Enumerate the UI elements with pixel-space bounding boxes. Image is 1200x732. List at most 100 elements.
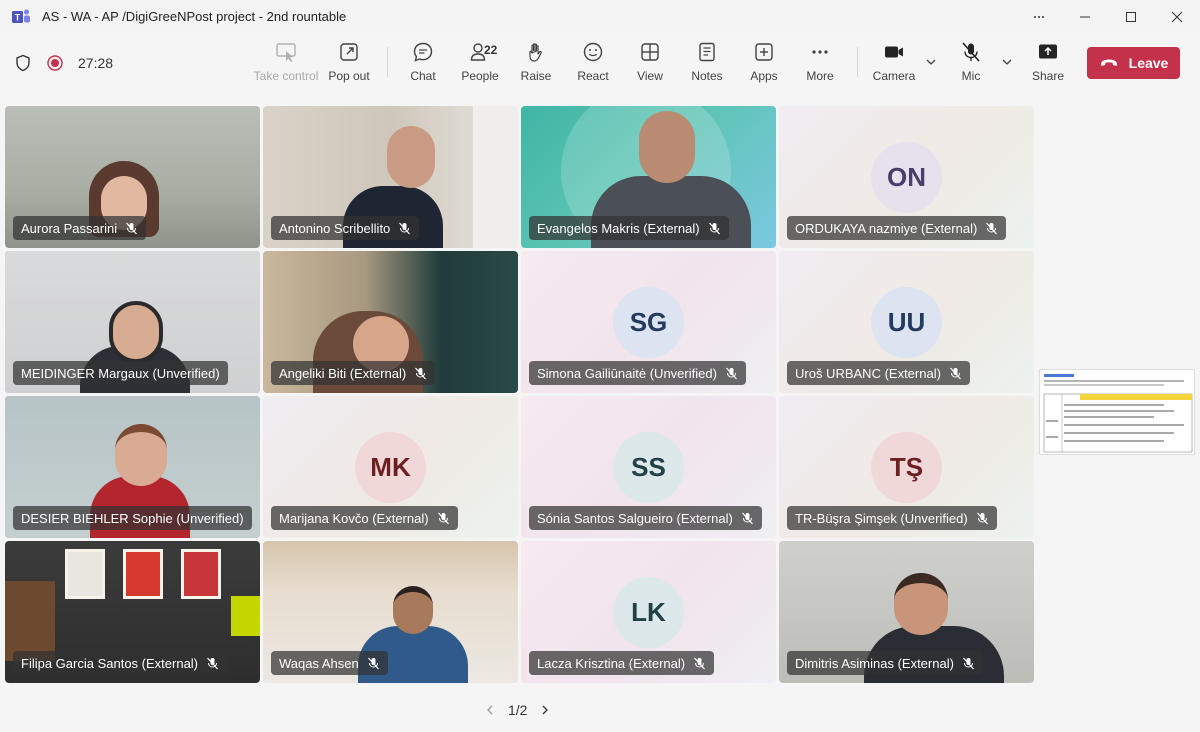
participant-tile[interactable]: UU Uroš URBANC (External) bbox=[779, 251, 1034, 393]
poster-frame bbox=[65, 549, 105, 599]
participant-tile[interactable]: Dimitris Asiminas (External) bbox=[779, 541, 1034, 683]
participant-tile[interactable]: TŞ TR-Büşra Şimşek (Unverified) bbox=[779, 396, 1034, 538]
participant-name: Antonino Scribellito bbox=[279, 220, 391, 236]
participant-tile[interactable]: Antonino Scribellito bbox=[263, 106, 518, 248]
shared-content-thumbnail[interactable] bbox=[1039, 369, 1195, 455]
mic-label: Mic bbox=[961, 69, 981, 83]
close-icon bbox=[1171, 11, 1183, 22]
ellipsis-icon bbox=[1034, 15, 1044, 18]
mic-muted-icon bbox=[437, 512, 449, 524]
mic-muted-icon bbox=[708, 222, 720, 234]
mic-button[interactable]: Mic bbox=[941, 41, 1001, 87]
participant-tile[interactable]: Filipa Garcia Santos (External) bbox=[5, 541, 260, 683]
grid-view-icon bbox=[641, 43, 659, 61]
apps-label: Apps bbox=[750, 69, 778, 83]
participant-name: TR-Büşra Şimşek (Unverified) bbox=[795, 510, 968, 526]
participant-tile[interactable]: MK Marijana Kovčo (External) bbox=[263, 396, 518, 538]
react-label: React bbox=[577, 69, 609, 83]
participant-name: Lacza Krisztina (External) bbox=[537, 655, 686, 671]
participant-name-tag: Simona Gailiūnaitė (Unverified) bbox=[529, 361, 746, 385]
page-indicator: 1/2 bbox=[508, 702, 528, 718]
participant-tile[interactable]: Angeliki Biti (External) bbox=[263, 251, 518, 393]
more-button[interactable]: More bbox=[790, 41, 850, 87]
participant-tile[interactable]: ON ORDUKAYA nazmiye (External) bbox=[779, 106, 1034, 248]
chevron-left-icon[interactable] bbox=[484, 704, 496, 716]
take-control-button[interactable]: Take control bbox=[254, 41, 318, 87]
pop-out-button[interactable]: Pop out bbox=[319, 41, 379, 87]
mic-muted-icon bbox=[725, 367, 737, 379]
chat-button[interactable]: Chat bbox=[393, 41, 453, 87]
more-options-button[interactable] bbox=[1016, 0, 1062, 33]
window-background bbox=[473, 106, 518, 248]
camera-label: Camera bbox=[872, 69, 916, 83]
chevron-right-icon[interactable] bbox=[539, 704, 551, 716]
camera-options-chevron-icon[interactable] bbox=[924, 55, 938, 69]
poster-frame bbox=[123, 549, 163, 599]
avatar: SS bbox=[613, 432, 684, 503]
mic-options-chevron-icon[interactable] bbox=[1000, 55, 1014, 69]
avatar: LK bbox=[613, 577, 684, 648]
chat-label: Chat bbox=[410, 69, 436, 83]
maximize-icon bbox=[1126, 11, 1136, 22]
participant-name-tag: ORDUKAYA nazmiye (External) bbox=[787, 216, 1007, 240]
camera-button[interactable]: Camera bbox=[864, 41, 924, 87]
participant-tile[interactable]: Evangelos Makris (External) bbox=[521, 106, 776, 248]
raise-hand-button[interactable]: Raise bbox=[506, 41, 566, 87]
shield-icon[interactable] bbox=[14, 54, 32, 72]
minimize-icon bbox=[1080, 16, 1090, 17]
participant-name-tag: Dimitris Asiminas (External) bbox=[787, 651, 983, 675]
participant-name: Marijana Kovčo (External) bbox=[279, 510, 429, 526]
add-apps-icon bbox=[755, 43, 773, 61]
participant-tile[interactable]: Aurora Passarini bbox=[5, 106, 260, 248]
share-button[interactable]: Share bbox=[1018, 41, 1078, 87]
avatar: MK bbox=[355, 432, 426, 503]
participant-tile[interactable]: SS Sónia Santos Salgueiro (External) bbox=[521, 396, 776, 538]
view-button[interactable]: View bbox=[620, 41, 680, 87]
minimize-button[interactable] bbox=[1062, 0, 1108, 33]
mic-muted-icon bbox=[415, 367, 427, 379]
ctt-sign bbox=[231, 596, 260, 636]
participant-name-tag: Marijana Kovčo (External) bbox=[271, 506, 458, 530]
leave-button[interactable]: Leave bbox=[1087, 47, 1180, 79]
participant-tile[interactable]: Waqas Ahsen bbox=[263, 541, 518, 683]
more-label: More bbox=[806, 69, 834, 83]
participant-name-tag: Antonino Scribellito bbox=[271, 216, 420, 240]
participant-tile[interactable]: DESIER BIEHLER Sophie (Unverified) bbox=[5, 396, 260, 538]
participant-name-tag: DESIER BIEHLER Sophie (Unverified) bbox=[13, 506, 252, 530]
apps-button[interactable]: Apps bbox=[734, 41, 794, 87]
participant-name-tag: Sónia Santos Salgueiro (External) bbox=[529, 506, 762, 530]
avatar: UU bbox=[871, 287, 942, 358]
avatar: SG bbox=[613, 287, 684, 358]
maximize-button[interactable] bbox=[1108, 0, 1154, 33]
notes-label: Notes bbox=[691, 69, 723, 83]
participant-name-tag: Waqas Ahsen bbox=[271, 651, 388, 675]
view-label: View bbox=[637, 69, 663, 83]
participant-name-tag: Filipa Garcia Santos (External) bbox=[13, 651, 228, 675]
close-button[interactable] bbox=[1154, 0, 1200, 33]
participant-name-tag: Angeliki Biti (External) bbox=[271, 361, 436, 385]
teams-logo-icon: T bbox=[12, 9, 30, 23]
mic-muted-icon bbox=[986, 222, 998, 234]
notes-button[interactable]: Notes bbox=[677, 41, 737, 87]
participant-name: Simona Gailiūnaitė (Unverified) bbox=[537, 365, 717, 381]
participant-tile[interactable]: LK Lacza Krisztina (External) bbox=[521, 541, 776, 683]
participant-name-tag: TR-Büşra Şimşek (Unverified) bbox=[787, 506, 997, 530]
participant-tile[interactable]: SG Simona Gailiūnaitė (Unverified) bbox=[521, 251, 776, 393]
pop-out-label: Pop out bbox=[328, 69, 370, 83]
participant-name-tag: MEIDINGER Margaux (Unverified) bbox=[13, 361, 228, 385]
participant-face bbox=[387, 126, 435, 188]
participant-name: Evangelos Makris (External) bbox=[537, 220, 700, 236]
toolbar-divider bbox=[387, 47, 388, 77]
participant-tile[interactable]: MEIDINGER Margaux (Unverified) bbox=[5, 251, 260, 393]
participant-name: MEIDINGER Margaux (Unverified) bbox=[21, 365, 220, 381]
participant-face bbox=[109, 301, 163, 363]
react-button[interactable]: React bbox=[563, 41, 623, 87]
participant-name: Aurora Passarini bbox=[21, 220, 118, 236]
mic-muted-icon bbox=[976, 512, 988, 524]
participant-name-tag: Aurora Passarini bbox=[13, 216, 147, 240]
raise-hand-icon bbox=[529, 43, 542, 62]
poster-frame bbox=[181, 549, 221, 599]
people-button[interactable]: 22 People bbox=[450, 41, 510, 87]
people-label: People bbox=[461, 69, 499, 83]
take-control-icon bbox=[276, 43, 296, 62]
